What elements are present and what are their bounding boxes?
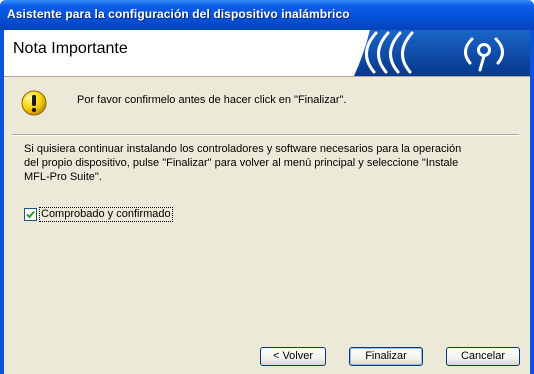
instructions-line: Si quisiera continuar instalando los con… (24, 143, 462, 155)
instructions-line: MFL-Pro Suite". (24, 171, 102, 183)
title-bar[interactable]: Asistente para la configuración del disp… (0, 0, 534, 30)
separator (12, 134, 519, 136)
page-title: Nota Importante (13, 40, 128, 57)
warning-icon (21, 90, 47, 116)
wizard-window: Asistente para la configuración del disp… (0, 0, 534, 374)
checkmark-icon (26, 210, 35, 219)
note-text: Por favor confirmelo antes de hacer clic… (77, 94, 347, 106)
back-button[interactable]: < Volver (260, 347, 326, 366)
finish-button[interactable]: Finalizar (349, 347, 423, 366)
important-note: Por favor confirmelo antes de hacer clic… (4, 77, 530, 121)
confirm-checkbox-label[interactable]: Comprobado y confirmado (39, 207, 173, 222)
dialog-body: Nota Importante Por favor confirmelo ant… (4, 30, 530, 374)
instructions-line: del propio dispositivo, pulse "Finalizar… (24, 157, 459, 169)
wireless-signal-logo-icon (354, 30, 530, 76)
header-banner: Nota Importante (4, 30, 530, 77)
instructions-text: Si quisiera continuar instalando los con… (24, 142, 514, 184)
cancel-button[interactable]: Cancelar (446, 347, 520, 366)
window-title: Asistente para la configuración del disp… (7, 7, 350, 21)
confirm-checkbox[interactable] (24, 208, 37, 221)
